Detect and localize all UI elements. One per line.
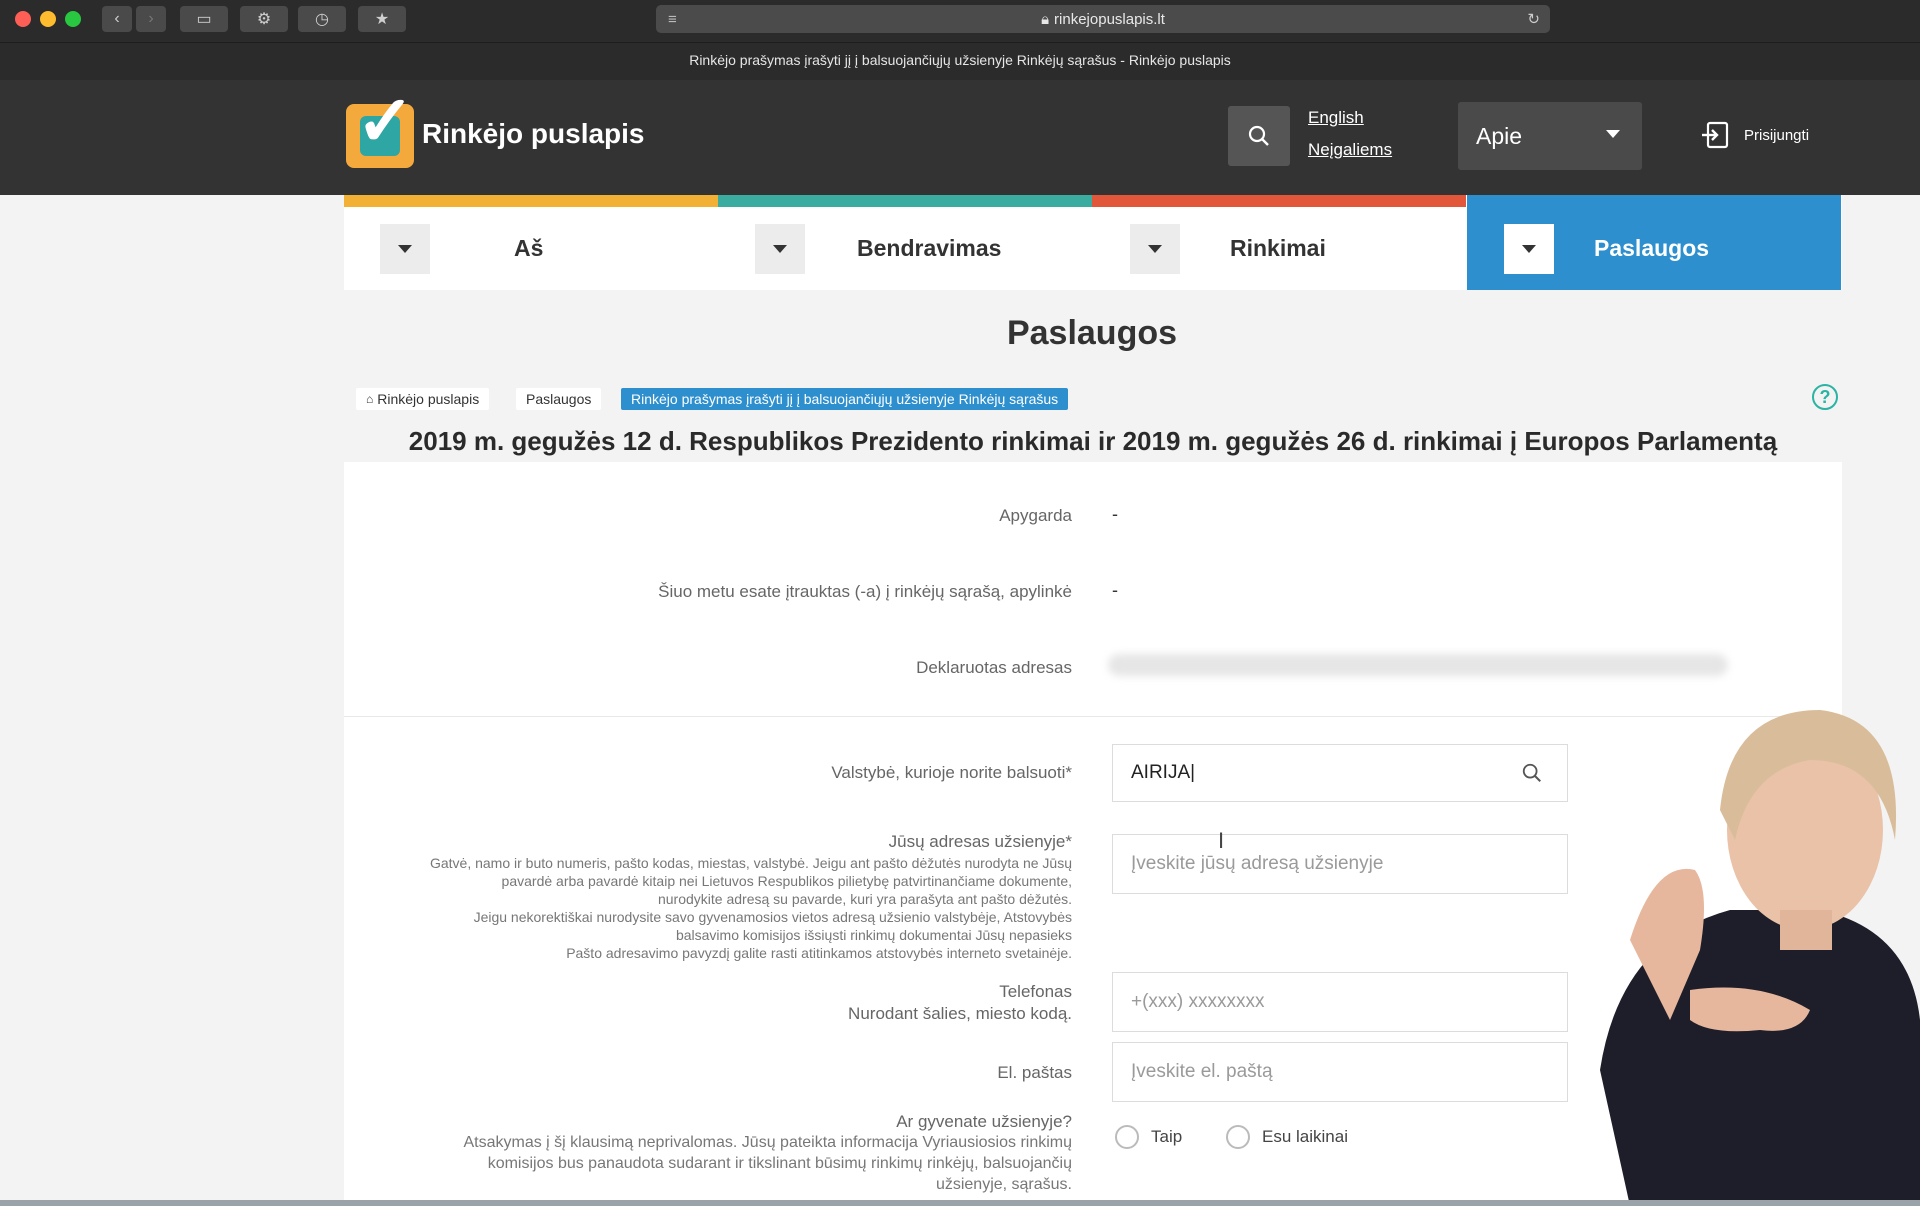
- history-button[interactable]: ◷: [298, 6, 346, 32]
- apie-label: Apie: [1476, 122, 1523, 149]
- nav-label-rinkimai: Rinkimai: [1230, 235, 1326, 261]
- nav-label-paslaugos: Paslaugos: [1594, 235, 1710, 261]
- tab-title-text: Rinkėjo prašymas įrašyti jį į balsuojanč…: [689, 52, 1231, 68]
- live-note-line: Atsakymas į šį klausimą neprivalomas. Jū…: [463, 1134, 1072, 1151]
- search-button[interactable]: [1228, 106, 1290, 166]
- declared-address-value-blurred: [1108, 654, 1728, 676]
- login-label: Prisijungti: [1744, 126, 1810, 144]
- abroad-note-line: nurodykite adresą su pavarde, kuri yra p…: [657, 891, 1072, 907]
- phone-placeholder: +(xxx) xxxxxxxx: [1131, 991, 1265, 1012]
- nav-item-as[interactable]: Aš: [380, 207, 543, 290]
- nav-dropdown-as[interactable]: [380, 223, 430, 274]
- chevron-down-icon: [1522, 244, 1536, 253]
- back-button[interactable]: ‹: [102, 6, 132, 32]
- nav-item-paslaugos[interactable]: Paslaugos: [1504, 207, 1709, 290]
- abroad-note-line: Pašto adresavimo pavyzdį galite rasti at…: [566, 945, 1072, 961]
- abroad-address-note: Gatvė, namo ir buto numeris, pašto kodas…: [430, 854, 1072, 962]
- maximize-window-button[interactable]: [65, 11, 81, 27]
- email-input[interactable]: Įveskite el. paštą: [1112, 1042, 1568, 1102]
- forward-button[interactable]: ›: [136, 6, 166, 32]
- brand-name[interactable]: Rinkėjo puslapis: [422, 118, 645, 150]
- nav-dropdown-rinkimai[interactable]: [1130, 223, 1180, 274]
- nav-dropdown-paslaugos[interactable]: [1504, 223, 1554, 274]
- login-icon: [1702, 121, 1729, 149]
- reload-icon[interactable]: ↻: [1527, 10, 1540, 28]
- chevron-down-icon: [1606, 130, 1620, 138]
- nav-label-as: Aš: [514, 235, 544, 261]
- minimize-window-button[interactable]: [40, 11, 56, 27]
- tab-title[interactable]: Rinkėjo prašymas įrašyti jį į balsuojanč…: [0, 42, 1920, 77]
- breadcrumb-current: Rinkėjo prašymas įrašyti jį į balsuojanč…: [621, 388, 1069, 410]
- live-note-line: komisijos bus panaudota sudarant ir tiks…: [487, 1155, 1072, 1172]
- radio-temporary[interactable]: [1226, 1125, 1250, 1149]
- login-button[interactable]: Prisijungti: [1700, 120, 1809, 150]
- bottom-strip: [0, 1200, 1920, 1206]
- reader-icon: ≡: [668, 10, 677, 28]
- abroad-address-placeholder: Įveskite jūsų adresą užsienyje: [1131, 853, 1384, 874]
- star-icon: ★: [374, 11, 390, 28]
- radio-yes[interactable]: [1115, 1125, 1139, 1149]
- current-list-value: -: [1112, 580, 1118, 600]
- english-link[interactable]: English: [1308, 108, 1364, 128]
- text-cursor-icon: Ι: [1218, 828, 1225, 853]
- address-text: rinkejopuslapis.lt: [1054, 10, 1165, 28]
- search-icon: [1248, 125, 1269, 146]
- nav-item-rinkimai[interactable]: Rinkimai: [1130, 207, 1326, 290]
- nav-color-bar-rinkimai: [1092, 195, 1466, 207]
- address-bar[interactable]: ≡ 🔒︎ rinkejopuslapis.lt ↻: [656, 5, 1550, 33]
- help-icon[interactable]: ?: [1812, 384, 1838, 410]
- chevron-down-icon: [398, 244, 412, 253]
- abroad-note-line: balsavimo komisijos išsiųsti rinkimų dok…: [675, 927, 1072, 943]
- chevron-left-icon: ‹: [114, 10, 120, 27]
- email-label: El. paštas: [997, 1063, 1072, 1082]
- sidebar-toggle-button[interactable]: ▭: [180, 6, 228, 32]
- abroad-note-line: Gatvė, namo ir buto numeris, pašto kodas…: [429, 855, 1072, 871]
- live-abroad-note: Atsakymas į šį klausimą neprivalomas. Jū…: [463, 1132, 1072, 1195]
- phone-note: Nurodant šalies, miesto kodą.: [848, 1004, 1072, 1023]
- abroad-note-line: Jeigu nekorektiškai nurodysite savo gyve…: [473, 909, 1072, 925]
- breadcrumb-home[interactable]: ⌂ Rinkėjo puslapis: [356, 388, 490, 410]
- breadcrumb-paslaugos[interactable]: Paslaugos: [516, 388, 602, 410]
- abroad-address-label: Jūsų adresas užsienyje*: [888, 832, 1072, 851]
- country-value: AIRIJA: [1131, 762, 1191, 783]
- abroad-note-line: pavardė arba pavardė kitaip nei Lietuvos…: [501, 873, 1072, 889]
- chevron-right-icon: ›: [148, 10, 154, 27]
- check-icon: ✓: [356, 82, 415, 160]
- apygarda-value: -: [1112, 504, 1118, 524]
- nav-dropdown-bendravimas[interactable]: [755, 223, 805, 274]
- chevron-down-icon: [1148, 244, 1162, 253]
- live-abroad-label: Ar gyvenate užsienyje?: [896, 1112, 1072, 1131]
- apygarda-label: Apygarda: [999, 506, 1072, 525]
- nav-color-bar-as: [344, 195, 718, 207]
- bookmarks-button[interactable]: ★: [358, 6, 406, 32]
- chevron-down-icon: [773, 244, 787, 253]
- close-window-button[interactable]: [15, 11, 31, 27]
- radio-temporary-label[interactable]: Esu laikinai: [1262, 1127, 1348, 1147]
- lock-icon: 🔒︎: [1041, 10, 1050, 28]
- country-input[interactable]: AIRIJA |: [1112, 744, 1568, 802]
- email-placeholder: Įveskite el. paštą: [1131, 1061, 1273, 1082]
- phone-label: Telefonas: [999, 982, 1072, 1001]
- phone-input[interactable]: +(xxx) xxxxxxxx: [1112, 972, 1568, 1032]
- gear-icon: ⚙: [256, 11, 272, 28]
- election-title: 2019 m. gegužės 12 d. Respublikos Prezid…: [408, 426, 1778, 456]
- sidebar-icon: ▭: [196, 11, 212, 28]
- extensions-button[interactable]: ⚙: [240, 6, 288, 32]
- disabled-link[interactable]: Neįgaliems: [1308, 140, 1392, 160]
- country-label: Valstybė, kurioje norite balsuoti*: [831, 763, 1072, 782]
- page-title: Paslaugos: [1006, 314, 1178, 352]
- abroad-address-input[interactable]: Įveskite jūsų adresą užsienyje: [1112, 834, 1568, 894]
- search-icon[interactable]: [1521, 762, 1543, 784]
- breadcrumb-home-label: Rinkėjo puslapis: [377, 391, 480, 407]
- sign-language-interpreter: [1600, 710, 1920, 1206]
- live-note-line: užsienyje, sąrašus.: [935, 1176, 1072, 1193]
- declared-address-label: Deklaruotas adresas: [916, 658, 1072, 677]
- current-list-label: Šiuo metu esate įtrauktas (-a) į rinkėjų…: [658, 582, 1072, 601]
- nav-label-bendravimas: Bendravimas: [857, 235, 1002, 261]
- clock-icon: ◷: [315, 11, 329, 28]
- nav-item-bendravimas[interactable]: Bendravimas: [755, 207, 1001, 290]
- home-icon: ⌂: [366, 392, 374, 406]
- nav-color-bar-bendravimas: [718, 195, 1092, 207]
- radio-yes-label[interactable]: Taip: [1151, 1127, 1182, 1147]
